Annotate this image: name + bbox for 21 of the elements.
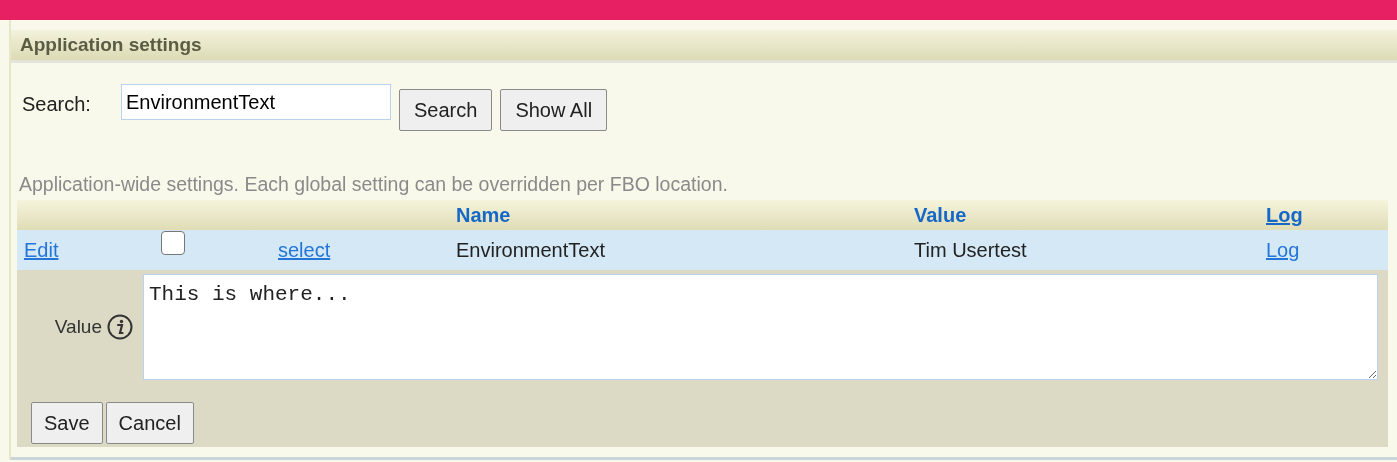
- select-link[interactable]: select: [278, 238, 331, 262]
- description-text: Application-wide settings. Each global setting can be overridden per FBO location.: [18, 173, 729, 196]
- edit-link[interactable]: Edit: [24, 238, 59, 262]
- panel-title: Application settings: [20, 34, 202, 56]
- search-label: Search:: [22, 93, 92, 116]
- value-label: Value: [54, 316, 102, 338]
- value-field[interactable]: This is where...: [143, 274, 1378, 380]
- search-field[interactable]: EnvironmentText: [121, 84, 391, 120]
- name-cell: EnvironmentText: [456, 238, 605, 262]
- column-header: Name: [455, 203, 512, 227]
- show-all-button[interactable]: Show All: [500, 89, 608, 131]
- row-checkbox[interactable]: [161, 231, 185, 255]
- save-button[interactable]: Save: [31, 402, 103, 444]
- search-button[interactable]: Search: [399, 89, 493, 131]
- table-row[interactable]: Edit select EnvironmentText Tim Usertest Log: [17, 230, 1388, 270]
- value-cell: Tim Usertest: [914, 238, 1027, 262]
- info-icon[interactable]: [107, 314, 133, 340]
- column-header: Value: [913, 203, 968, 227]
- cancel-button[interactable]: Cancel: [105, 402, 194, 444]
- log-link[interactable]: Log: [1266, 238, 1300, 262]
- column-header[interactable]: Log: [1259, 203, 1388, 227]
